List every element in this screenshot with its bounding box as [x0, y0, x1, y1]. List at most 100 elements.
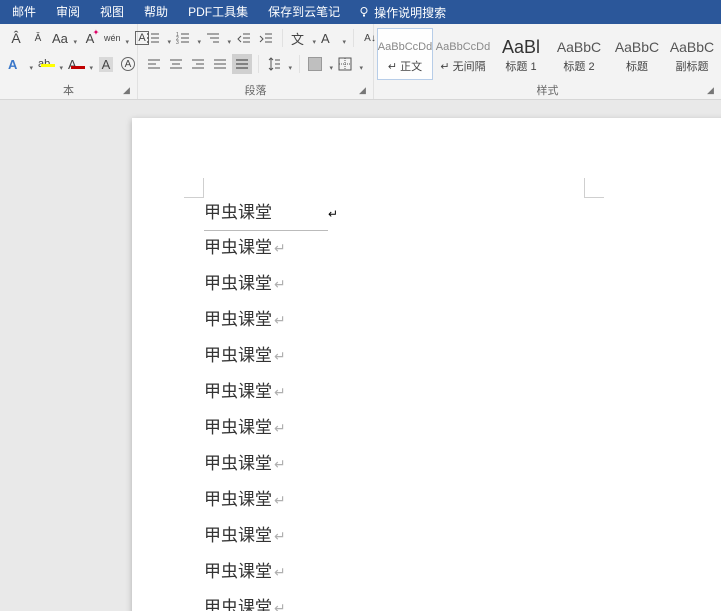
ribbon: Â Ǎ Aa▾ A✦ wén▾ A A▾ ab▾ A▾ A A 本 ◢: [0, 24, 721, 100]
style-name: 标题 1: [494, 60, 548, 74]
doc-line[interactable]: 甲虫课堂↵: [204, 447, 338, 483]
svg-text:3: 3: [176, 40, 179, 45]
style-name: 副标题: [668, 60, 716, 74]
paragraph-mark-icon: ↵: [274, 458, 286, 473]
style-normal[interactable]: AaBbCcDd ↵ 正文: [377, 28, 433, 80]
style-gallery: AaBbCcDd ↵ 正文 AaBbCcDd ↵ 无间隔 AaBl 标题 1 A…: [376, 26, 718, 80]
doc-line[interactable]: 甲虫课堂↵: [204, 519, 338, 555]
line-spacing-button[interactable]: ▾: [265, 54, 293, 74]
doc-line[interactable]: 甲虫课堂↵: [204, 196, 338, 231]
paragraph-dialog-launcher[interactable]: ◢: [359, 85, 371, 97]
paragraph-mark-icon: ↵: [274, 350, 286, 365]
menu-mail[interactable]: 邮件: [2, 0, 46, 24]
multilevel-list-button[interactable]: ▾: [204, 28, 232, 48]
increase-indent-button[interactable]: [256, 28, 276, 48]
margin-corner-left: [184, 178, 204, 198]
styles-group: AaBbCcDd ↵ 正文 AaBbCcDd ↵ 无间隔 AaBl 标题 1 A…: [374, 24, 721, 99]
doc-line[interactable]: 甲虫课堂↵: [204, 339, 338, 375]
bullets-icon: [146, 31, 160, 45]
paragraph-mark-icon: ↵: [274, 422, 286, 437]
styles-group-label: 样式: [374, 83, 721, 99]
align-left-button[interactable]: [144, 54, 164, 74]
text-direction-button[interactable]: 文▾: [289, 28, 317, 48]
menu-review[interactable]: 审阅: [46, 0, 90, 24]
distribute-button[interactable]: [232, 54, 252, 74]
text-effects-button[interactable]: A▾: [6, 54, 34, 74]
menu-save-cloud[interactable]: 保存到云笔记: [258, 0, 350, 24]
align-center-button[interactable]: [166, 54, 186, 74]
justify-button[interactable]: [210, 54, 230, 74]
document-workspace[interactable]: 甲虫课堂↵ 甲虫课堂↵ 甲虫课堂↵ 甲虫课堂↵ 甲虫课堂↵ 甲虫课堂↵ 甲虫课堂…: [0, 100, 721, 611]
outdent-icon: [237, 31, 251, 45]
paragraph-mark-icon: ↵: [274, 278, 286, 293]
shrink-font-button[interactable]: Ǎ: [28, 28, 48, 48]
style-preview: AaBl: [494, 34, 548, 60]
paragraph-group: ▾ 123▾ ▾ 文▾ A▾ A↓ ¶: [138, 24, 374, 99]
decrease-indent-button[interactable]: [234, 28, 254, 48]
numbering-button[interactable]: 123▾: [174, 28, 202, 48]
borders-button[interactable]: ▾: [336, 54, 364, 74]
paragraph-group-label: 段落: [138, 83, 373, 99]
menu-bar: 邮件 审阅 视图 帮助 PDF工具集 保存到云笔记 操作说明搜索: [0, 0, 721, 24]
align-left-icon: [147, 57, 161, 71]
enclose-char-button[interactable]: A: [118, 54, 138, 74]
lightbulb-icon: [358, 6, 370, 18]
style-no-spacing[interactable]: AaBbCcDd ↵ 无间隔: [435, 28, 491, 80]
paragraph-mark-icon: ↵: [274, 494, 286, 509]
align-right-icon: [191, 57, 205, 71]
style-title[interactable]: AaBbC 标题: [609, 28, 665, 80]
char-shading-button[interactable]: A: [96, 54, 116, 74]
page[interactable]: 甲虫课堂↵ 甲虫课堂↵ 甲虫课堂↵ 甲虫课堂↵ 甲虫课堂↵ 甲虫课堂↵ 甲虫课堂…: [132, 118, 721, 611]
page-content[interactable]: 甲虫课堂↵ 甲虫课堂↵ 甲虫课堂↵ 甲虫课堂↵ 甲虫课堂↵ 甲虫课堂↵ 甲虫课堂…: [204, 196, 338, 611]
paragraph-mark-icon: ↵: [274, 530, 286, 545]
clear-formatting-button[interactable]: A✦: [80, 28, 100, 48]
paragraph-mark-icon: ↵: [274, 566, 286, 581]
numbering-icon: 123: [176, 31, 190, 45]
align-center-icon: [169, 57, 183, 71]
menu-pdf-tools[interactable]: PDF工具集: [178, 0, 258, 24]
style-preview: AaBbC: [552, 34, 606, 60]
font-group-label: 本: [0, 83, 137, 99]
doc-line[interactable]: 甲虫课堂↵: [204, 555, 338, 591]
style-heading-1[interactable]: AaBl 标题 1: [493, 28, 549, 80]
style-subtitle[interactable]: AaBbC 副标题: [667, 28, 717, 80]
tell-me-search[interactable]: 操作说明搜索: [350, 4, 454, 21]
margin-corner-right: [584, 178, 604, 198]
paragraph-mark-icon: ↵: [328, 207, 338, 221]
align-text-button[interactable]: A▾: [319, 28, 347, 48]
doc-line[interactable]: 甲虫课堂↵: [204, 483, 338, 519]
menu-view[interactable]: 视图: [90, 0, 134, 24]
doc-line[interactable]: 甲虫课堂↵: [204, 375, 338, 411]
indent-icon: [259, 31, 273, 45]
style-heading-2[interactable]: AaBbC 标题 2: [551, 28, 607, 80]
highlight-button[interactable]: ab▾: [36, 54, 64, 74]
paragraph-mark-icon: ↵: [274, 386, 286, 401]
style-preview: AaBbC: [610, 34, 664, 60]
style-preview: AaBbCcDd: [436, 34, 490, 60]
doc-line[interactable]: 甲虫课堂↵: [204, 231, 338, 267]
paragraph-mark-icon: ↵: [274, 602, 286, 611]
borders-icon: [338, 57, 352, 71]
shading-button[interactable]: ▾: [306, 54, 334, 74]
grow-font-button[interactable]: Â: [6, 28, 26, 48]
style-preview: AaBbC: [668, 34, 716, 60]
style-name: 标题: [610, 60, 664, 74]
multilevel-icon: [206, 31, 220, 45]
bullets-button[interactable]: ▾: [144, 28, 172, 48]
doc-line[interactable]: 甲虫课堂↵: [204, 591, 338, 611]
font-color-button[interactable]: A▾: [66, 54, 94, 74]
font-dialog-launcher[interactable]: ◢: [123, 85, 135, 97]
doc-line[interactable]: 甲虫课堂↵: [204, 411, 338, 447]
line-spacing-icon: [267, 57, 281, 71]
style-name: 标题 2: [552, 60, 606, 74]
doc-line[interactable]: 甲虫课堂↵: [204, 303, 338, 339]
paragraph-mark-icon: ↵: [274, 242, 286, 257]
style-name: ↵ 正文: [378, 60, 432, 74]
menu-help[interactable]: 帮助: [134, 0, 178, 24]
align-right-button[interactable]: [188, 54, 208, 74]
shading-icon: [308, 57, 322, 71]
phonetic-guide-button[interactable]: wén▾: [102, 28, 130, 48]
change-case-button[interactable]: Aa▾: [50, 28, 78, 48]
styles-dialog-launcher[interactable]: ◢: [707, 85, 719, 97]
doc-line[interactable]: 甲虫课堂↵: [204, 267, 338, 303]
